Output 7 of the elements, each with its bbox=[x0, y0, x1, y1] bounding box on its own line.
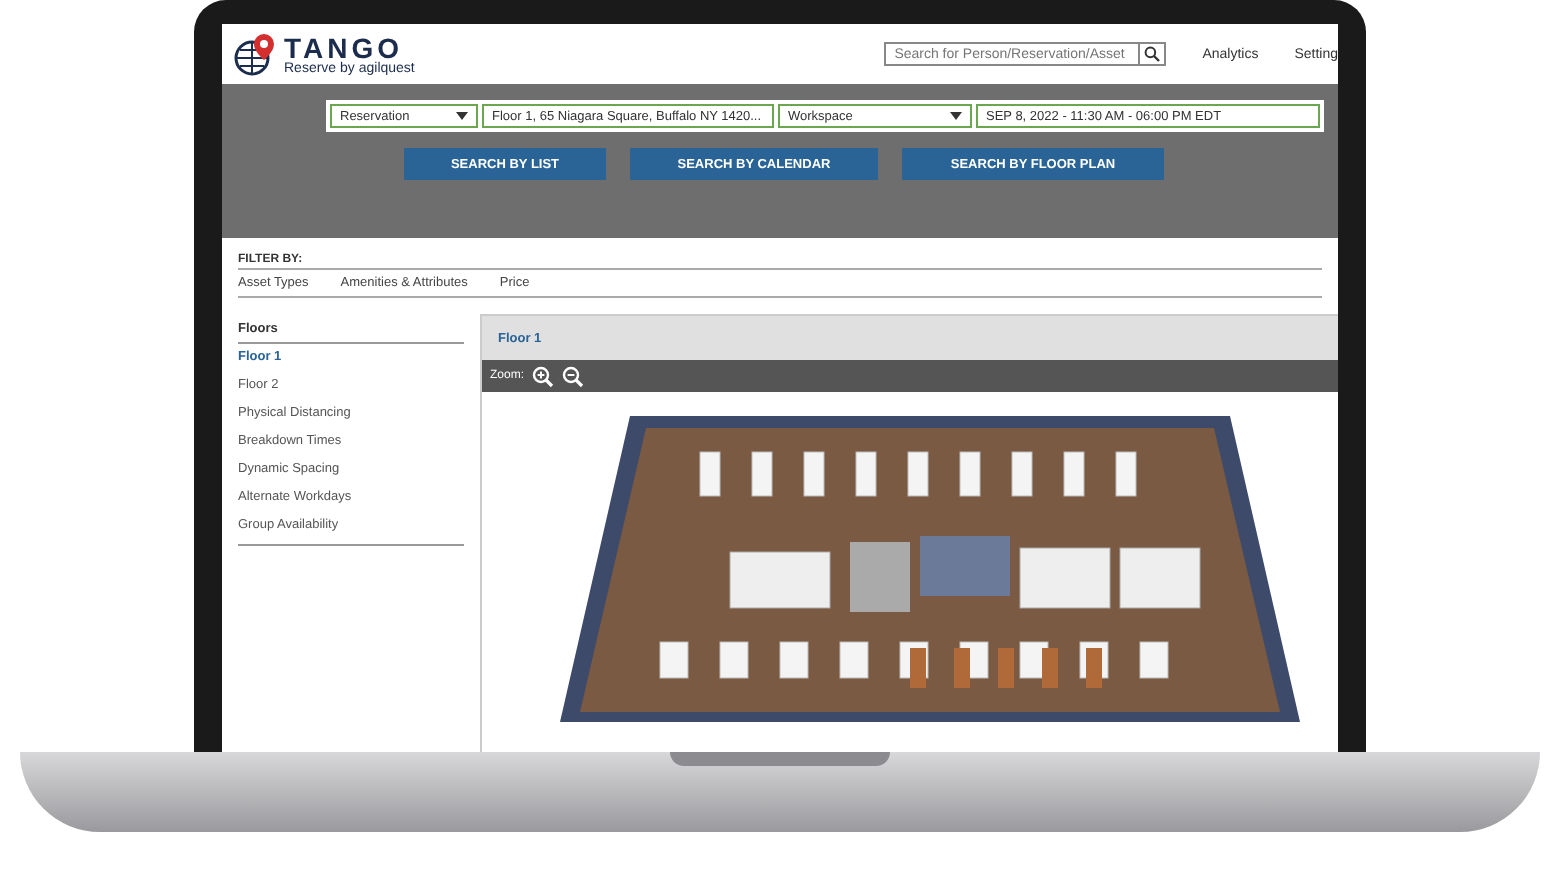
caret-icon bbox=[456, 112, 468, 120]
logo-title: TANGO bbox=[284, 33, 404, 61]
zoom-out-icon[interactable] bbox=[562, 365, 585, 387]
globe-pin-icon bbox=[234, 32, 278, 76]
caret-icon bbox=[950, 112, 962, 120]
search-icon[interactable] bbox=[1140, 42, 1167, 66]
zoom-in-icon[interactable] bbox=[532, 365, 555, 387]
